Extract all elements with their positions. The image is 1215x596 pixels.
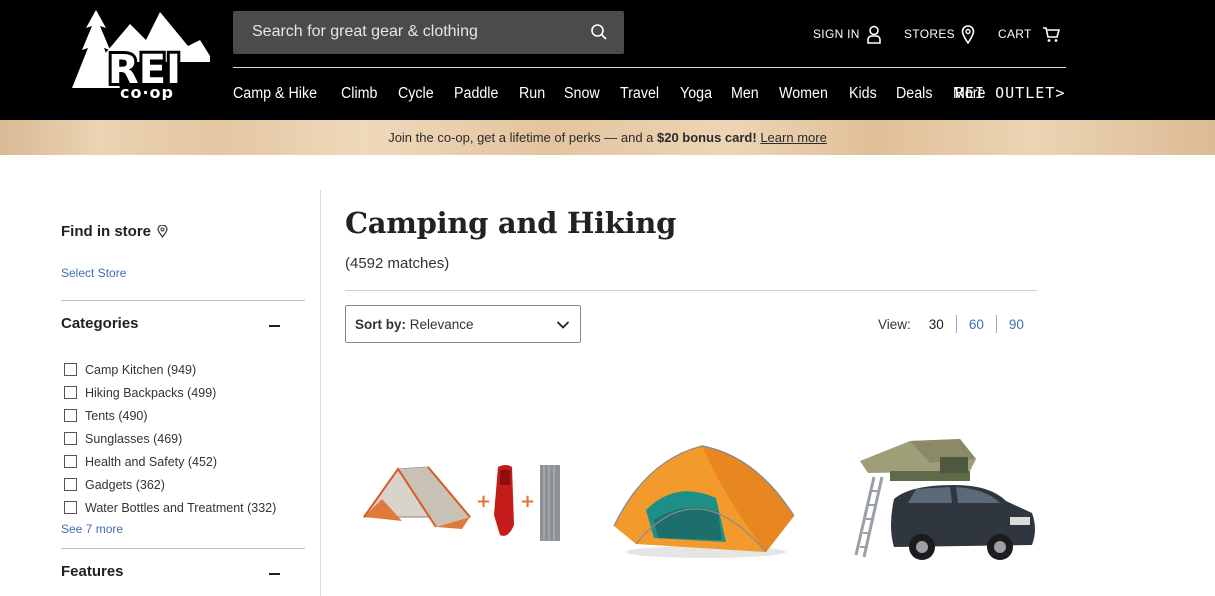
features-heading[interactable]: Features [61, 563, 124, 580]
find-in-store-label: Find in store [61, 223, 151, 240]
nav-deals[interactable]: Deals [896, 85, 932, 103]
svg-text:+: + [520, 491, 535, 512]
nav-snow[interactable]: Snow [564, 85, 600, 103]
category-label: Gadgets (362) [85, 477, 165, 492]
page-title: Camping and Hiking [345, 206, 677, 240]
find-in-store-heading: Find in store [61, 223, 168, 240]
category-health-safety[interactable]: Health and Safety (452) [64, 450, 276, 473]
checkbox[interactable] [64, 478, 77, 491]
nav-rei-outlet[interactable]: REI OUTLET> [955, 84, 1065, 102]
sign-in-link[interactable]: SIGN IN [813, 22, 882, 46]
stores-label: STORES [904, 27, 955, 41]
cart-link[interactable]: CART [998, 22, 1060, 46]
select-store-link[interactable]: Select Store [61, 266, 126, 280]
match-count: (4592 matches) [345, 255, 450, 272]
main-nav: Camp & Hike Climb Cycle Paddle Run Snow … [233, 82, 1005, 106]
nav-travel[interactable]: Travel [620, 85, 659, 103]
promo-banner: Join the co-op, get a lifetime of perks … [0, 120, 1215, 155]
nav-run[interactable]: Run [519, 85, 545, 103]
nav-climb[interactable]: Climb [341, 85, 377, 103]
search-placeholder: Search for great gear & clothing [252, 23, 478, 40]
learn-more-link[interactable]: Learn more [760, 130, 826, 145]
rei-coop-logo[interactable]: REI REI co·op [68, 10, 210, 100]
chevron-down-icon [556, 321, 570, 329]
category-label: Camp Kitchen (949) [85, 362, 197, 377]
nav-camp-hike[interactable]: Camp & Hike [233, 85, 317, 103]
product-image-dome-tent[interactable] [606, 440, 798, 560]
categories-list: Camp Kitchen (949) Hiking Backpacks (499… [64, 358, 276, 519]
category-gadgets[interactable]: Gadgets (362) [64, 473, 276, 496]
category-label: Hiking Backpacks (499) [85, 385, 217, 400]
view-option-30[interactable]: 30 [929, 317, 956, 332]
sort-label: Sort by: [355, 317, 407, 332]
category-sunglasses[interactable]: Sunglasses (469) [64, 427, 276, 450]
sort-text: Sort by: Relevance [355, 317, 474, 332]
nav-women[interactable]: Women [779, 85, 828, 103]
nav-yoga[interactable]: Yoga [680, 85, 712, 103]
categories-heading[interactable]: Categories [61, 315, 139, 332]
see-more-link[interactable]: See 7 more [61, 522, 123, 536]
nav-divider [233, 67, 1066, 68]
checkbox[interactable] [64, 386, 77, 399]
cart-label: CART [998, 27, 1032, 41]
outlet-label: REI OUTLET [955, 84, 1056, 102]
view-option-60[interactable]: 60 [957, 317, 996, 332]
nav-men[interactable]: Men [731, 85, 759, 103]
cart-icon [1042, 26, 1060, 42]
user-icon [866, 25, 881, 44]
checkbox[interactable] [64, 455, 77, 468]
product-image-tent-bundle[interactable]: + + [358, 455, 568, 545]
nav-cycle[interactable]: Cycle [398, 85, 434, 103]
checkbox[interactable] [64, 432, 77, 445]
promo-message: Join the co-op, get a lifetime of perks … [388, 130, 657, 145]
site-header: REI REI co·op Search for great gear & cl… [0, 0, 1215, 120]
results-divider [345, 290, 1037, 291]
category-tents[interactable]: Tents (490) [64, 404, 276, 427]
checkbox[interactable] [64, 501, 77, 514]
sort-value: Relevance [409, 317, 474, 332]
svg-text:+: + [476, 491, 491, 512]
sidebar-divider [61, 300, 305, 301]
checkbox[interactable] [64, 409, 77, 422]
svg-text:co·op: co·op [120, 83, 174, 100]
product-image-rooftop-tent[interactable] [850, 437, 1040, 567]
category-camp-kitchen[interactable]: Camp Kitchen (949) [64, 358, 276, 381]
location-pin-icon [157, 225, 168, 238]
nav-paddle[interactable]: Paddle [454, 85, 498, 103]
promo-text: Join the co-op, get a lifetime of perks … [0, 130, 1215, 145]
search-input[interactable]: Search for great gear & clothing [233, 11, 624, 54]
minus-icon[interactable] [269, 325, 280, 327]
sidebar-divider [61, 548, 305, 549]
checkbox[interactable] [64, 363, 77, 376]
view-option-90[interactable]: 90 [997, 317, 1024, 332]
chevron-right-icon: > [1055, 84, 1066, 102]
category-hiking-backpacks[interactable]: Hiking Backpacks (499) [64, 381, 276, 404]
sidebar-separator [320, 190, 321, 596]
category-label: Water Bottles and Treatment (332) [85, 500, 277, 515]
category-label: Tents (490) [85, 408, 148, 423]
sign-in-label: SIGN IN [813, 27, 860, 41]
minus-icon[interactable] [269, 573, 280, 575]
location-pin-icon [961, 24, 975, 44]
view-label: View: [878, 316, 911, 332]
stores-link[interactable]: STORES [904, 22, 975, 46]
sort-dropdown[interactable]: Sort by: Relevance [345, 305, 581, 343]
view-count-selector: View: 30 60 90 [878, 315, 1024, 333]
nav-kids[interactable]: Kids [849, 85, 877, 103]
category-label: Health and Safety (452) [85, 454, 218, 469]
promo-bonus: $20 bonus card! [657, 130, 757, 145]
category-label: Sunglasses (469) [85, 431, 183, 446]
category-water-bottles[interactable]: Water Bottles and Treatment (332) [64, 496, 276, 519]
search-icon[interactable] [590, 23, 608, 41]
